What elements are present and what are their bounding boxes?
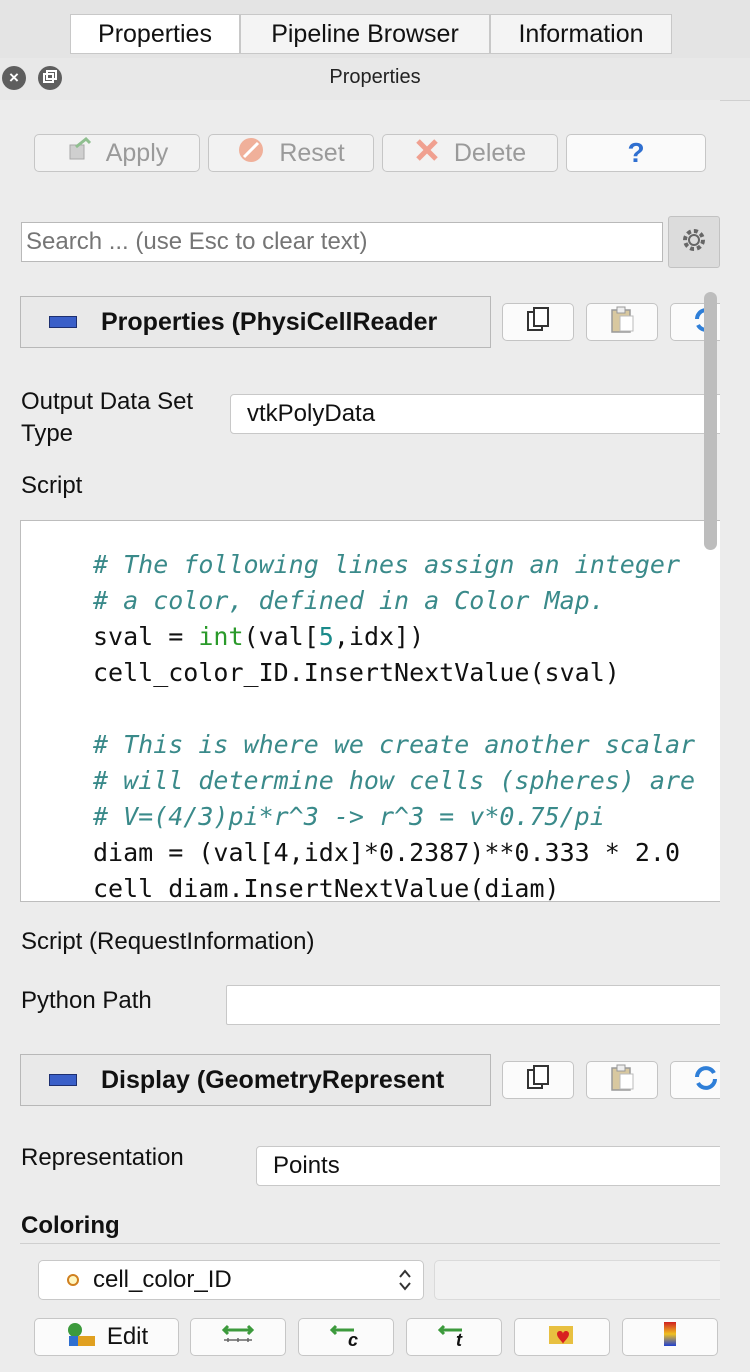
rescale-data-range-button[interactable] <box>190 1318 286 1356</box>
rescale-temporal-range-button[interactable]: t <box>406 1318 502 1356</box>
apply-button[interactable]: Apply <box>34 134 200 172</box>
advanced-settings-button[interactable] <box>668 216 720 268</box>
svg-text:c: c <box>348 1330 358 1348</box>
component-select <box>434 1260 720 1300</box>
code-line: diam = (val[4,idx]*0.2387)**0.333 * 2.0 <box>93 838 680 867</box>
reset-button[interactable]: Reset <box>208 134 374 172</box>
properties-section-header[interactable]: Properties (PhysiCellReader <box>20 296 491 348</box>
script-editor[interactable]: # The following lines assign an integer … <box>20 520 720 902</box>
output-type-select[interactable]: vtkPolyData <box>230 394 720 434</box>
properties-panel: Apply Reset Delete ? Properties (PhysiCe… <box>0 100 720 1372</box>
point-data-icon <box>67 1274 79 1286</box>
panel-title-bar: Properties <box>0 58 750 101</box>
coloring-heading: Coloring <box>21 1212 120 1239</box>
copy-icon <box>525 1064 551 1097</box>
code-line: # V=(4/3)pi*r^3 -> r^3 = v*0.75/pi <box>93 802 605 831</box>
paste-properties-button[interactable] <box>586 303 658 341</box>
tab-information[interactable]: Information <box>490 14 672 54</box>
output-type-label: Output Data Set Type <box>21 388 194 447</box>
panel-scrollbar[interactable] <box>704 292 717 550</box>
code-line: cell_diam.InsertNextValue(diam) <box>93 874 560 902</box>
copy-properties-button[interactable] <box>502 303 574 341</box>
code-line: cell_color_ID.InsertNextValue(sval) <box>93 658 620 687</box>
rescale-temporal-icon: t <box>436 1320 472 1355</box>
collapse-icon[interactable] <box>49 1074 77 1086</box>
python-path-label: Python Path <box>21 987 152 1014</box>
color-legend-icon <box>662 1320 678 1355</box>
tab-pipeline-browser[interactable]: Pipeline Browser <box>240 14 490 54</box>
copy-icon <box>525 306 551 339</box>
color-map-editor-icon <box>65 1320 97 1355</box>
script-label: Script <box>21 472 83 499</box>
code-line: # The following lines assign an integer <box>93 550 680 579</box>
python-path-input[interactable] <box>226 985 720 1025</box>
code-line: sval = int(val[5,idx]) <box>93 622 425 651</box>
edit-color-map-button[interactable]: Edit <box>34 1318 179 1356</box>
rescale-range-icon <box>220 1320 256 1355</box>
coloring-divider <box>20 1243 720 1244</box>
refresh-icon <box>691 1063 720 1098</box>
rescale-custom-range-button[interactable]: c <box>298 1318 394 1356</box>
script-request-info-label: Script (RequestInformation) <box>21 928 315 955</box>
representation-label: Representation <box>21 1144 184 1171</box>
search-input[interactable] <box>21 222 663 262</box>
float-icon[interactable] <box>38 66 62 90</box>
representation-select[interactable]: Points <box>256 1146 720 1186</box>
code-line: # This is where we create another scalar <box>93 730 696 759</box>
reset-icon <box>237 136 265 171</box>
tab-properties[interactable]: Properties <box>70 14 240 54</box>
color-array-select[interactable]: cell_color_ID <box>38 1260 424 1300</box>
delete-icon <box>414 137 440 170</box>
paste-icon <box>608 1064 636 1097</box>
close-icon[interactable]: × <box>2 66 26 90</box>
display-reset-button[interactable] <box>670 1061 720 1099</box>
svg-text:t: t <box>456 1330 463 1348</box>
favorite-folder-icon <box>547 1320 577 1355</box>
gear-icon <box>678 224 710 261</box>
code-line: # will determine how cells (spheres) are <box>93 766 696 795</box>
chevron-updown-icon <box>397 1267 413 1300</box>
copy-display-button[interactable] <box>502 1061 574 1099</box>
toggle-color-legend-button[interactable] <box>622 1318 718 1356</box>
display-section-header[interactable]: Display (GeometryRepresent <box>20 1054 491 1106</box>
panel-title: Properties <box>329 66 421 88</box>
paste-icon <box>608 306 636 339</box>
code-line: # a color, defined in a Color Map. <box>93 586 605 615</box>
collapse-icon[interactable] <box>49 316 77 328</box>
paste-display-button[interactable] <box>586 1061 658 1099</box>
rescale-custom-icon: c <box>328 1320 364 1355</box>
delete-button[interactable]: Delete <box>382 134 558 172</box>
choose-preset-button[interactable] <box>514 1318 610 1356</box>
apply-icon <box>66 136 92 170</box>
help-button[interactable]: ? <box>566 134 706 172</box>
help-icon: ? <box>627 137 645 168</box>
